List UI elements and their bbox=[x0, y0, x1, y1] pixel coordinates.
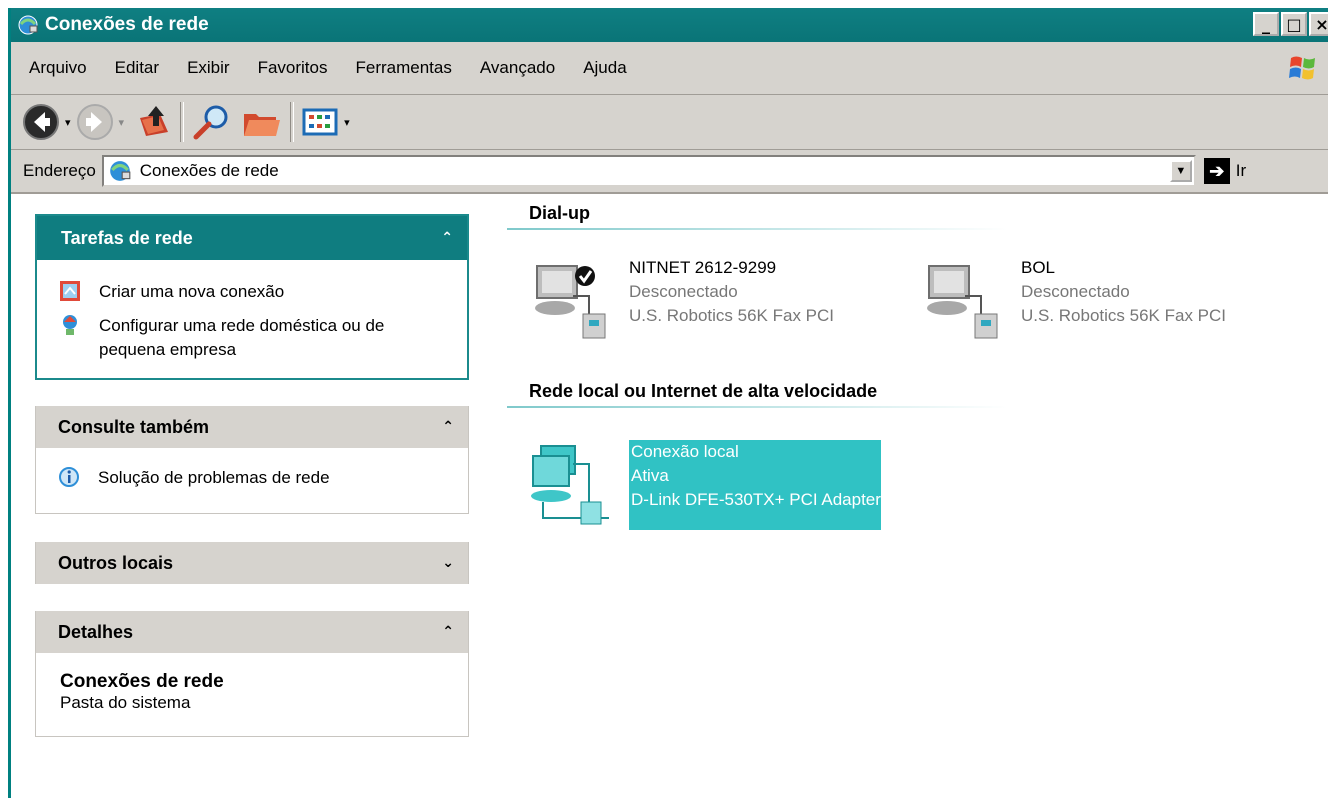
see-also-header[interactable]: Consulte também ⌃ bbox=[36, 406, 468, 448]
task-create-connection-label[interactable]: Criar uma nova conexão bbox=[99, 280, 284, 304]
window-title: Conexões de rede bbox=[45, 14, 209, 35]
toolbar: ▾ ▾ ▾ bbox=[11, 95, 1328, 150]
lan-connection-icon bbox=[531, 445, 609, 525]
details-panel: Detalhes ⌃ Conexões de rede Pasta do sis… bbox=[35, 611, 469, 737]
dialup-modem-icon bbox=[927, 265, 998, 339]
network-tasks-title: Tarefas de rede bbox=[61, 227, 193, 248]
other-places-panel: Outros locais ⌄ bbox=[35, 542, 469, 584]
go-arrow-icon: ➔ bbox=[1203, 158, 1230, 184]
see-also-panel: Consulte também ⌃ Solução de problemas d… bbox=[35, 406, 469, 514]
expand-chevron-icon[interactable]: ⌄ bbox=[442, 555, 454, 571]
menu-ferramentas[interactable]: Ferramentas bbox=[342, 58, 466, 78]
details-header[interactable]: Detalhes ⌃ bbox=[36, 611, 468, 653]
views-dropdown-icon[interactable]: ▾ bbox=[344, 116, 350, 129]
network-connections-icon bbox=[18, 15, 38, 35]
menu-exibir[interactable]: Exibir bbox=[173, 58, 244, 78]
back-arrow-icon[interactable] bbox=[21, 102, 61, 142]
explorer-window: Conexões de rede _ □ × Arquivo Editar Ex… bbox=[8, 8, 1328, 798]
forward-arrow-icon[interactable] bbox=[75, 102, 115, 142]
lan-group-title: Rede local ou Internet de alta velocidad… bbox=[529, 381, 878, 401]
connection-name: NITNET 2612-9299 bbox=[629, 258, 777, 277]
connection-nitnet[interactable]: NITNET 2612-9299 Desconectado U.S. Robot… bbox=[529, 256, 834, 346]
views-icon[interactable] bbox=[300, 104, 340, 140]
connection-bol[interactable]: BOL Desconectado U.S. Robotics 56K Fax P… bbox=[921, 256, 1226, 346]
menu-ajuda[interactable]: Ajuda bbox=[569, 58, 640, 78]
address-label: Endereço bbox=[23, 161, 96, 180]
folders-icon[interactable] bbox=[240, 102, 284, 142]
collapse-chevron-icon[interactable]: ⌃ bbox=[441, 230, 453, 246]
address-input[interactable]: Conexões de rede ▼ bbox=[101, 155, 1196, 187]
menu-editar[interactable]: Editar bbox=[101, 58, 173, 78]
task-create-connection[interactable]: Criar uma nova conexão bbox=[59, 280, 467, 304]
forward-dropdown-icon[interactable]: ▾ bbox=[119, 116, 125, 129]
details-name: Conexões de rede bbox=[60, 671, 224, 692]
address-bar: Endereço Conexões de rede ▼ ➔ Ir bbox=[11, 150, 1328, 194]
connection-name: BOL bbox=[1021, 258, 1056, 277]
back-dropdown-icon[interactable]: ▾ bbox=[65, 116, 71, 129]
connection-local-text: Conexão local Ativa D-Link DFE-530TX+ PC… bbox=[629, 440, 881, 530]
toolbar-separator bbox=[290, 102, 295, 142]
dialup-group-title: Dial-up bbox=[529, 203, 590, 223]
up-folder-icon[interactable] bbox=[134, 102, 174, 142]
toolbar-separator bbox=[180, 102, 185, 142]
connection-bol-text: BOL Desconectado U.S. Robotics 56K Fax P… bbox=[1021, 256, 1226, 346]
connection-local[interactable]: Conexão local Ativa D-Link DFE-530TX+ PC… bbox=[529, 440, 881, 530]
title-bar[interactable]: Conexões de rede _ □ × bbox=[11, 8, 1328, 42]
collapse-chevron-icon[interactable]: ⌃ bbox=[442, 624, 454, 640]
dialup-group-divider bbox=[507, 228, 1007, 230]
search-icon[interactable] bbox=[190, 102, 234, 142]
go-label: Ir bbox=[1235, 161, 1247, 180]
task-home-network[interactable]: Configurar uma rede doméstica ou de pequ… bbox=[59, 314, 467, 362]
menu-avancado[interactable]: Avançado bbox=[466, 58, 569, 78]
task-troubleshoot[interactable]: Solução de problemas de rede bbox=[58, 466, 468, 490]
connection-status: Desconectado bbox=[1021, 282, 1130, 301]
menu-favoritos[interactable]: Favoritos bbox=[244, 58, 342, 78]
other-places-header[interactable]: Outros locais ⌄ bbox=[36, 542, 468, 584]
collapse-chevron-icon[interactable]: ⌃ bbox=[442, 419, 454, 435]
windows-logo-icon bbox=[1289, 56, 1315, 80]
network-tasks-header[interactable]: Tarefas de rede ⌃ bbox=[37, 216, 467, 260]
connection-nitnet-text: NITNET 2612-9299 Desconectado U.S. Robot… bbox=[629, 256, 834, 346]
see-also-title: Consulte também bbox=[58, 416, 210, 437]
connection-device: U.S. Robotics 56K Fax PCI bbox=[629, 306, 835, 325]
maximize-button[interactable]: □ bbox=[1281, 12, 1307, 36]
home-network-icon bbox=[63, 315, 77, 335]
lan-group-divider bbox=[507, 406, 1007, 408]
address-value: Conexões de rede bbox=[139, 161, 279, 180]
details-type: Pasta do sistema bbox=[60, 693, 191, 712]
connection-status: Desconectado bbox=[629, 282, 738, 301]
details-title: Detalhes bbox=[58, 621, 134, 642]
connection-status: Ativa bbox=[631, 466, 669, 485]
info-icon bbox=[59, 467, 79, 487]
connection-device: U.S. Robotics 56K Fax PCI bbox=[1021, 306, 1227, 325]
address-dropdown-button[interactable]: ▼ bbox=[1169, 160, 1192, 182]
network-connections-icon bbox=[109, 161, 131, 181]
connection-device: D-Link DFE-530TX+ PCI Adapter bbox=[631, 490, 881, 509]
close-button[interactable]: × bbox=[1309, 12, 1328, 36]
menu-bar: Arquivo Editar Exibir Favoritos Ferramen… bbox=[11, 42, 1328, 95]
other-places-title: Outros locais bbox=[58, 552, 174, 573]
connection-name: Conexão local bbox=[631, 442, 739, 461]
go-button[interactable]: ➔ Ir bbox=[1203, 158, 1247, 184]
network-tasks-panel: Tarefas de rede ⌃ Criar uma nova conexão… bbox=[35, 214, 469, 380]
menu-arquivo[interactable]: Arquivo bbox=[11, 58, 101, 78]
task-home-network-label[interactable]: Configurar uma rede doméstica ou de pequ… bbox=[99, 314, 439, 362]
dialup-modem-icon bbox=[535, 265, 606, 339]
task-troubleshoot-label[interactable]: Solução de problemas de rede bbox=[98, 466, 330, 490]
new-connection-icon bbox=[60, 281, 80, 301]
minimize-button[interactable]: _ bbox=[1253, 12, 1279, 36]
